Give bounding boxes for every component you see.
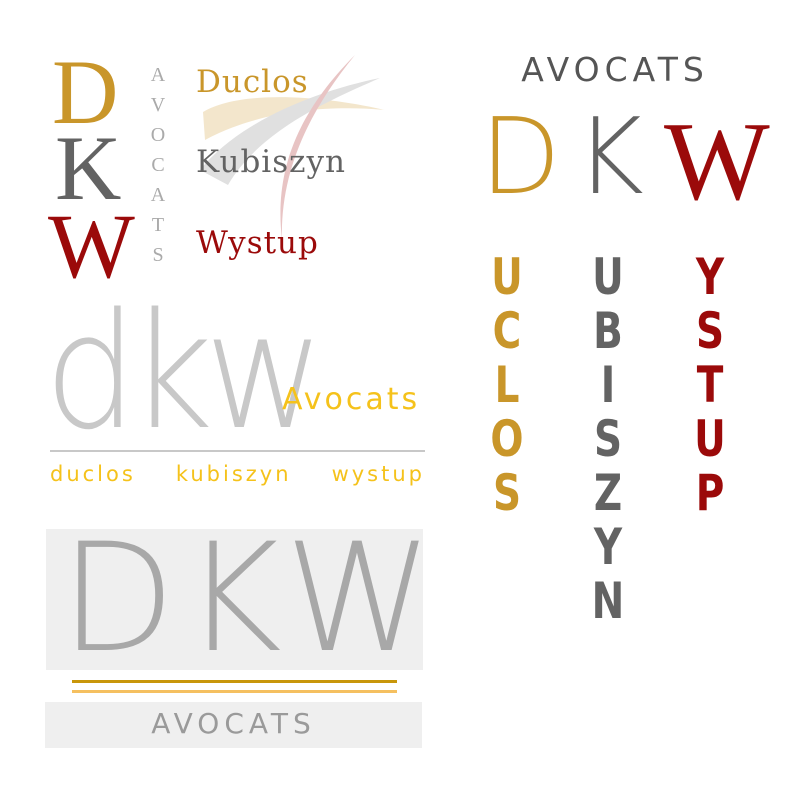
initial-w: W [48,195,135,297]
letter: B [593,302,623,360]
name-wystup: wystup [331,462,425,486]
letter: L [494,356,520,414]
letter: S [695,302,725,360]
letter: P [695,464,725,522]
letter: O [150,124,166,146]
letter: S [152,244,164,266]
letter: O [490,410,524,468]
letter: V [150,94,166,116]
tagline-avocats: Avocats [282,382,421,417]
letter: S [593,410,623,468]
initial-k: K [575,96,644,218]
name-duclos: duclos [50,462,136,486]
letter: C [492,302,522,360]
letter: C [151,154,165,176]
mark-dkw: dkw [44,278,325,465]
letter: U [592,248,624,306]
word-avocats: AVOCATS [521,50,709,89]
letter: N [591,572,625,630]
letter: I [600,356,616,414]
letter: Y [695,248,725,306]
names-row: duclos kubiszyn wystup [50,462,425,486]
name-duclos: Duclos [196,64,309,100]
letter: S [492,464,522,522]
letter: T [696,356,724,414]
column-kubiszyn: U B I S Z Y N [591,248,625,630]
letter: A [150,184,166,206]
name-kubiszyn: Kubiszyn [196,144,346,180]
letter: A [150,64,166,86]
letter: T [151,214,165,236]
name-wystup: Wystup [196,225,319,261]
letter: Z [593,464,623,522]
column-duclos: U C L O S [490,248,524,522]
initial-d: D [480,96,561,218]
name-kubiszyn: kubiszyn [175,462,292,486]
letter: U [491,248,523,306]
mark-dkw: DKW [60,512,441,686]
vertical-avocats: A V O C A T S [148,60,168,270]
word-avocats: AVOCATS [151,707,316,740]
letter: Y [593,518,623,576]
letter: U [694,410,726,468]
light-gold-line [72,690,397,693]
initial-w: W [664,100,770,224]
divider [50,450,425,452]
gold-line [72,680,397,683]
column-wystup: Y S T U P [694,248,726,522]
